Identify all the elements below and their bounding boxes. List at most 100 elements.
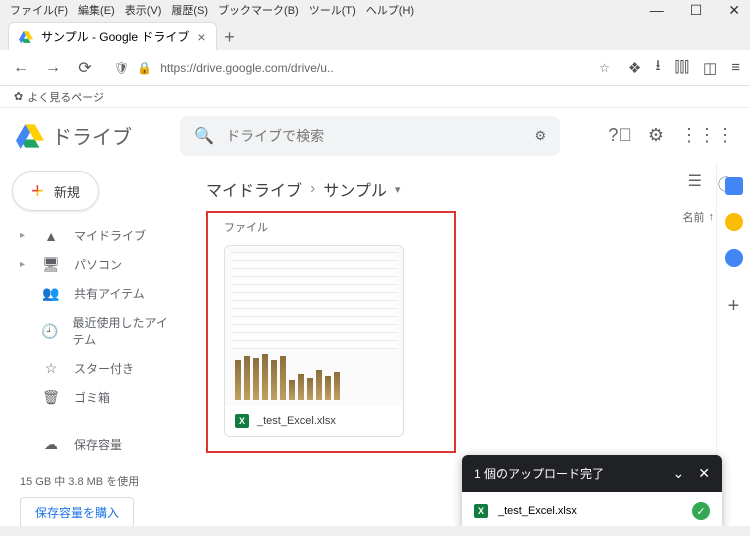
calendar-icon[interactable] [725,177,743,195]
close-icon[interactable]: ✕ [698,465,710,482]
back-button[interactable]: ← [10,57,32,79]
drive-logo-icon [16,122,44,150]
window-minimize-icon[interactable]: — [646,2,668,18]
search-input[interactable] [226,128,522,144]
clock-icon: 🕘 [41,323,58,340]
bookmark-link[interactable]: よく見るページ [27,89,104,105]
new-button[interactable]: + 新規 [12,171,99,211]
buy-storage-button[interactable]: 保存容量を購入 [20,497,134,528]
star-icon[interactable]: ☆ [599,61,610,75]
sort-label-text: 名前 [683,209,705,225]
search-icon: 🔍 [194,126,214,146]
tab-close-icon[interactable]: × [197,29,205,45]
sidebar: + 新規 ▸▲マイドライブ ▸ 🖥 パソコン ▸ 👥 共有アイテム ▸ 🕘 最近使用したアイ… [0,163,190,536]
library-icon[interactable]: ⫿⫿⫿ [675,59,689,76]
menu-bookmarks[interactable]: ブックマーク(B) [214,2,303,18]
new-button-label: 新規 [54,182,80,201]
forward-button[interactable]: → [42,57,64,79]
download-icon[interactable]: ⭳ [655,55,660,80]
menu-file[interactable]: ファイル(F) [6,2,72,18]
sidebar-item-recent[interactable]: ▸🕘最近使用したアイテム [8,308,190,354]
breadcrumb-root[interactable]: マイドライブ [206,177,302,201]
search-box[interactable]: 🔍 ⚙ [180,116,560,156]
keep-icon[interactable] [725,213,743,231]
chevron-down-icon[interactable]: ▾ [395,183,401,196]
help-icon[interactable]: ?⃝ [608,125,632,146]
sidebar-item-mydrive[interactable]: ▸▲マイドライブ [8,221,190,250]
sidebar-item-label: マイドライブ [74,227,146,244]
file-preview [225,246,403,406]
trash-icon: 🗑 [42,389,60,406]
reload-button[interactable]: ⟳ [74,57,96,79]
tab-title: サンプル - Google ドライブ [41,28,189,45]
sidebar-item-label: 最近使用したアイテム [73,314,178,348]
check-circle-icon: ✓ [692,502,710,520]
tasks-icon[interactable] [725,249,743,267]
sidebar-item-computers[interactable]: ▸ 🖥 パソコン [8,250,190,279]
window-maximize-icon[interactable]: ☐ [686,2,707,19]
caret-icon: ▸ [20,259,28,270]
sidebar-item-label: ゴミ箱 [74,389,110,406]
upload-toast-title: 1 個のアップロード完了 [474,465,604,482]
section-label-files: ファイル [218,219,444,235]
computer-icon: 🖥 [42,256,60,273]
window-close-icon[interactable]: ✕ [724,2,744,19]
upload-toast: 1 個のアップロード完了 ⌄ ✕ X _test_Excel.xlsx ✓ [462,455,722,530]
breadcrumb: マイドライブ › サンプル ▾ [206,173,734,211]
new-tab-button[interactable]: + [217,24,243,50]
browser-tab[interactable]: サンプル - Google ドライブ × [8,22,217,50]
sidebar-item-label: スター付き [74,360,134,377]
drive-logo-text: ドライブ [52,121,132,150]
menu-view[interactable]: 表示(V) [121,2,166,18]
lock-icon: 🔒 [137,61,152,75]
settings-icon[interactable]: ⚙ [648,125,664,146]
browser-url-bar: ← → ⟳ 🛡 🔒 https://drive.google.com/drive… [0,50,750,86]
list-view-icon[interactable]: ☰ [688,171,702,195]
file-card[interactable]: X _test_Excel.xlsx [224,245,404,437]
sidebar-item-starred[interactable]: ▸☆スター付き [8,354,190,383]
sidebar-icon[interactable]: ◫ [703,59,717,77]
url-field[interactable]: 🛡 🔒 https://drive.google.com/drive/u.. ☆ [106,61,618,75]
excel-icon: X [474,504,488,518]
upload-toast-header: 1 個のアップロード完了 ⌄ ✕ [462,455,722,492]
drive-favicon-icon [19,30,33,44]
sidebar-item-label: 共有アイテム [74,285,145,302]
sidebar-item-label: 保存容量 [74,436,122,453]
horizontal-scrollbar[interactable] [0,526,750,536]
upload-toast-row[interactable]: X _test_Excel.xlsx ✓ [462,492,722,530]
bookmark-star-icon: ✿ [14,90,23,103]
menu-history[interactable]: 履歴(S) [167,2,212,18]
menu-help[interactable]: ヘルプ(H) [362,2,418,18]
storage-usage-text: 15 GB 中 3.8 MB を使用 [20,473,178,489]
main-content: マイドライブ › サンプル ▾ ☰ ⓘ 名前 ↑ ファイル [190,163,750,536]
shield-icon: 🛡 [114,61,129,75]
browser-menu-bar: ファイル(F) 編集(E) 表示(V) 履歴(S) ブックマーク(B) ツール(… [0,0,750,20]
drive-logo[interactable]: ドライブ [16,121,132,150]
sidebar-item-label: パソコン [74,256,122,273]
chevron-right-icon: › [310,180,315,198]
add-panel-icon[interactable]: + [728,295,740,318]
protect-icon[interactable]: ❖ [628,59,641,77]
plus-icon: + [31,180,44,202]
sort-label[interactable]: 名前 ↑ [683,209,715,225]
sidebar-item-storage[interactable]: ▸☁保存容量 [8,430,190,459]
drive-header: ドライブ 🔍 ⚙ ?⃝ ⚙ ⋮⋮⋮ [0,108,750,163]
sidebar-item-trash[interactable]: ▸🗑ゴミ箱 [8,383,190,412]
apps-icon[interactable]: ⋮⋮⋮ [680,125,734,146]
menu-edit[interactable]: 編集(E) [74,2,119,18]
menu-tools[interactable]: ツール(T) [305,2,360,18]
people-icon: 👥 [42,285,60,302]
file-name: _test_Excel.xlsx [257,415,336,427]
chevron-down-icon[interactable]: ⌄ [673,465,685,482]
sidebar-item-shared[interactable]: ▸👥共有アイテム [8,279,190,308]
search-options-icon[interactable]: ⚙ [535,128,547,144]
caret-icon: ▸ [20,230,28,241]
menu-icon[interactable]: ≡ [731,59,740,76]
url-text: https://drive.google.com/drive/u.. [160,61,333,75]
cloud-icon: ☁ [42,436,60,453]
spreadsheet-preview [231,252,397,350]
star-icon: ☆ [42,360,60,377]
annotation-highlight: ファイル X _test_Excel.xlsx [206,211,456,453]
browser-tab-bar: サンプル - Google ドライブ × + [0,20,750,50]
breadcrumb-current[interactable]: サンプル [323,177,387,201]
